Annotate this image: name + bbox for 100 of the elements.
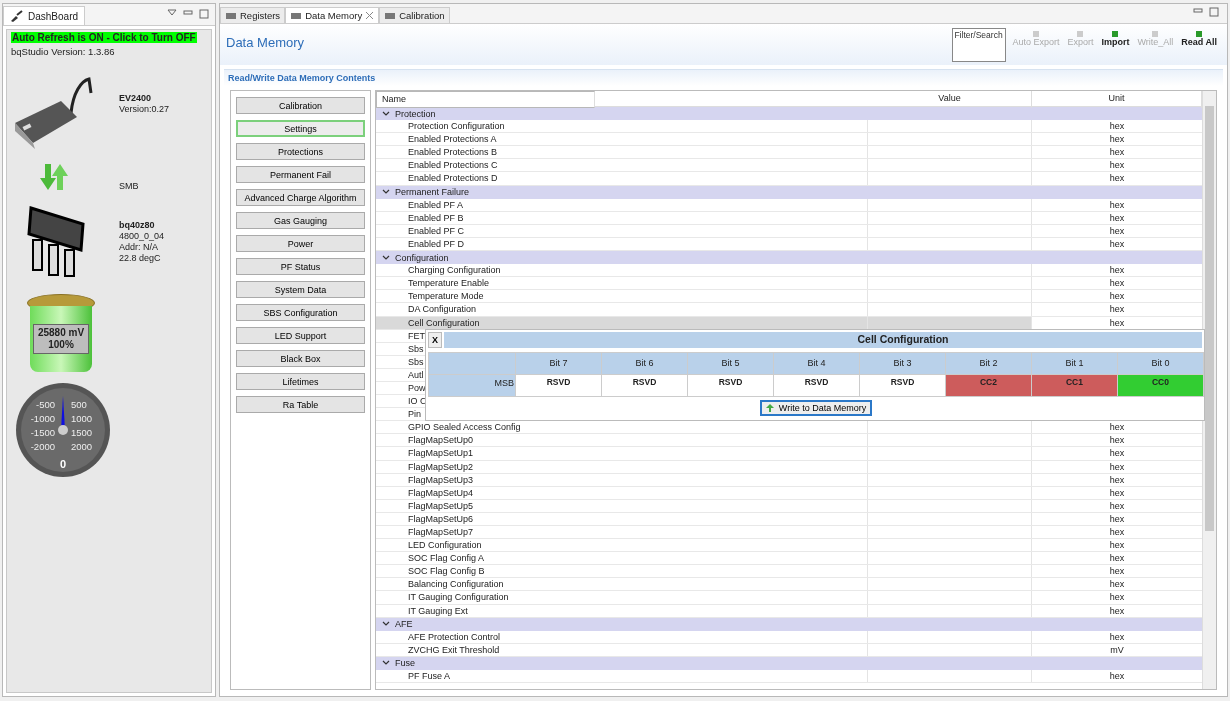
table-row[interactable]: FlagMapSetUp3 hex — [376, 473, 1202, 487]
bit-cell[interactable]: RSVD — [602, 375, 687, 396]
category-button[interactable]: Gas Gauging — [236, 212, 365, 229]
close-icon[interactable] — [365, 11, 375, 20]
table-row[interactable]: PF Fuse A hex — [376, 670, 1202, 684]
table-row[interactable]: Enabled PF B hex — [376, 211, 1202, 225]
row-unit: hex — [1109, 238, 1125, 249]
tab[interactable]: Data Memory — [285, 7, 380, 23]
category-button[interactable]: Calibration — [236, 97, 365, 114]
category-button[interactable]: PF Status — [236, 258, 365, 275]
maximize-icon[interactable] — [199, 9, 209, 19]
toolbar-button[interactable]: Read All — [1179, 27, 1219, 51]
minimize-icon[interactable] — [183, 9, 193, 17]
category-button[interactable]: Lifetimes — [236, 373, 365, 390]
table-row[interactable]: Charging Configuration hex — [376, 264, 1202, 278]
dropdown-icon[interactable] — [167, 9, 177, 17]
category-button[interactable]: Power — [236, 235, 365, 252]
category-button[interactable]: Ra Table — [236, 396, 365, 413]
chevron-icon[interactable] — [382, 621, 390, 628]
tab[interactable]: Registers — [220, 7, 286, 23]
bit-cell[interactable]: RSVD — [688, 375, 773, 396]
row-unit: hex — [1109, 566, 1125, 577]
column-header[interactable]: Name — [376, 91, 595, 108]
table-row[interactable]: FlagMapSetUp6 hex — [376, 512, 1202, 526]
row-unit: hex — [1109, 121, 1125, 132]
row-unit: hex — [1109, 265, 1125, 276]
table-row[interactable]: IT Gauging Configuration hex — [376, 591, 1202, 605]
table-row[interactable]: FlagMapSetUp4 hex — [376, 486, 1202, 500]
row-unit: hex — [1109, 513, 1125, 524]
search-field[interactable]: Filter/Search — [952, 28, 1007, 62]
chevron-icon[interactable] — [382, 660, 390, 667]
category-button[interactable]: Black Box — [236, 350, 365, 367]
table-row[interactable]: FlagMapSetUp2 hex — [376, 460, 1202, 474]
row-name: Autl — [408, 369, 424, 380]
device-info: Addr: N/A — [119, 242, 159, 253]
row-unit: hex — [1109, 605, 1125, 616]
table-row[interactable]: Enabled PF A hex — [376, 198, 1202, 212]
bit-cell[interactable]: CC2 — [946, 375, 1031, 396]
close-button[interactable]: X — [428, 332, 442, 348]
tab[interactable]: Calibration — [379, 7, 450, 23]
row-unit: hex — [1109, 461, 1125, 472]
adapter-name: EV2400 — [119, 93, 153, 104]
row-unit: hex — [1109, 448, 1125, 459]
category-button[interactable]: SBS Configuration — [236, 304, 365, 321]
category-button[interactable]: LED Support — [236, 327, 365, 344]
tab-icon — [225, 10, 237, 21]
table-row[interactable]: Enabled Protections B hex — [376, 146, 1202, 160]
table-row[interactable]: Protection Configuration hex — [376, 120, 1202, 134]
row-unit: hex — [1109, 592, 1125, 603]
bit-cell[interactable]: CC1 — [1032, 375, 1117, 396]
table-row[interactable]: DA Configuration hex — [376, 303, 1202, 317]
table-row[interactable]: Temperature Mode hex — [376, 290, 1202, 304]
chevron-icon[interactable] — [382, 254, 390, 261]
table-row[interactable]: Enabled PF C hex — [376, 224, 1202, 238]
chevron-icon[interactable] — [382, 110, 390, 117]
group-name: Configuration — [395, 252, 449, 263]
table-row[interactable]: FlagMapSetUp7 hex — [376, 526, 1202, 540]
bit-cell[interactable]: RSVD — [860, 375, 945, 396]
table-row[interactable]: Temperature Enable hex — [376, 277, 1202, 291]
auto-refresh-toggle[interactable]: Auto Refresh is ON - Click to Turn OFF — [11, 32, 197, 43]
maximize-icon[interactable] — [1209, 7, 1219, 17]
tab-icon — [384, 10, 397, 21]
category-button[interactable]: Permanent Fail — [236, 166, 365, 183]
category-button[interactable]: Advanced Charge Algorithm — [236, 189, 365, 206]
table-row[interactable]: FlagMapSetUp5 hex — [376, 499, 1202, 513]
bit-header: Bit 3 — [860, 353, 945, 374]
toolbar-button[interactable]: Import — [1099, 27, 1132, 51]
table-row[interactable]: SOC Flag Config A hex — [376, 552, 1202, 566]
bit-cell[interactable]: RSVD — [516, 375, 601, 396]
table-row[interactable]: IT Gauging Ext hex — [376, 604, 1202, 618]
toolbar-icon — [1152, 31, 1159, 37]
table-row[interactable]: Enabled Protections A hex — [376, 133, 1202, 147]
table-row[interactable]: SOC Flag Config B hex — [376, 565, 1202, 579]
category-button[interactable]: System Data — [236, 281, 365, 298]
write-button[interactable]: Write to Data Memory — [759, 399, 873, 416]
table-row[interactable]: Enabled Protections D hex — [376, 172, 1202, 186]
row-name: Charging Configuration — [408, 265, 501, 276]
table-row[interactable]: Enabled Protections C hex — [376, 159, 1202, 173]
row-name: Enabled Protections C — [408, 160, 498, 171]
table-row[interactable]: FlagMapSetUp0 hex — [376, 434, 1202, 448]
category-button[interactable]: Protections — [236, 143, 365, 160]
toolbar-icon — [1112, 31, 1119, 37]
scrollbar[interactable] — [1202, 91, 1216, 689]
table-row[interactable]: Balancing Configuration hex — [376, 578, 1202, 592]
row-unit: hex — [1109, 291, 1125, 302]
chevron-icon[interactable] — [382, 189, 390, 196]
row-unit: hex — [1109, 160, 1125, 171]
bit-cell[interactable]: RSVD — [774, 375, 859, 396]
table-row[interactable]: LED Configuration hex — [376, 539, 1202, 553]
dashboard-tab[interactable]: DashBoard — [3, 6, 86, 25]
bit-cell[interactable]: CC0 — [1118, 375, 1203, 396]
category-button[interactable]: Settings — [236, 120, 365, 137]
table-row[interactable]: ZVCHG Exit Threshold mV — [376, 643, 1202, 657]
minimize-icon[interactable] — [1193, 7, 1203, 15]
row-name: IT Gauging Configuration — [408, 592, 509, 603]
group-row[interactable]: Protection — [376, 107, 1202, 121]
version-text: bqStudio Version: 1.3.86 — [11, 46, 116, 57]
table-row[interactable]: AFE Protection Control hex — [376, 630, 1202, 644]
table-row[interactable]: FlagMapSetUp1 hex — [376, 447, 1202, 461]
group-row[interactable]: Configuration — [376, 251, 1202, 265]
